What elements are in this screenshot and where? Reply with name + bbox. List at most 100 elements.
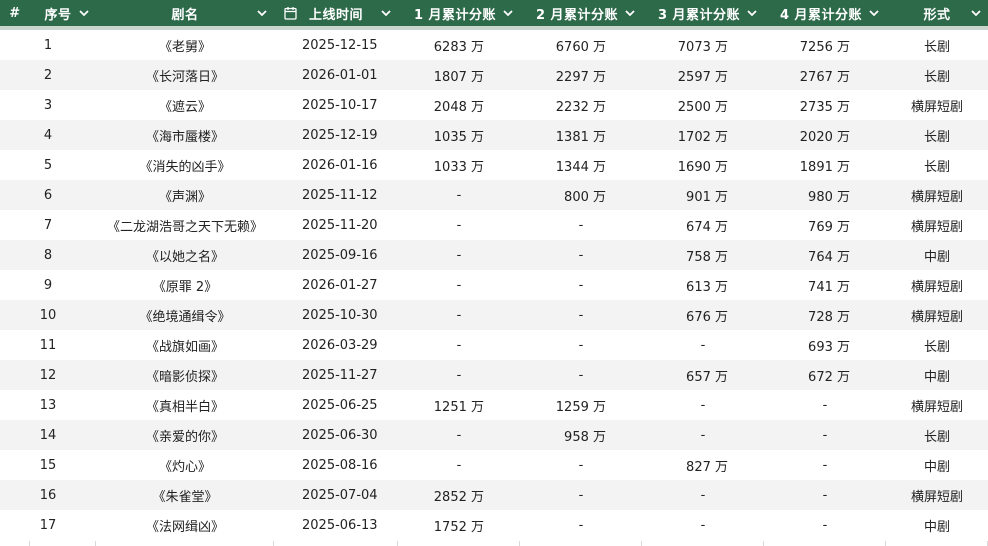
cell-m3[interactable]: 2500 万 — [642, 96, 764, 115]
column-header-name[interactable]: 剧名 — [96, 0, 274, 26]
cell-m4[interactable]: 7256 万 — [764, 36, 886, 55]
cell-form[interactable]: 长剧 — [886, 336, 988, 355]
cell-name[interactable]: 《遮云》 — [96, 96, 274, 115]
cell-m1[interactable]: - — [398, 188, 520, 203]
cell-name[interactable]: 《二龙湖浩哥之天下无赖》 — [96, 216, 274, 235]
cell-form[interactable]: 横屏短剧 — [886, 486, 988, 505]
cell-m4[interactable]: - — [764, 428, 886, 443]
cell-seq[interactable]: 9 — [0, 278, 96, 293]
cell-m1[interactable]: - — [398, 428, 520, 443]
cell-m2[interactable]: - — [520, 338, 642, 353]
cell-m3[interactable]: 657 万 — [642, 366, 764, 385]
cell-form[interactable]: 中剧 — [886, 456, 988, 475]
cell-date[interactable]: 2025-06-30 — [274, 428, 398, 443]
table-row[interactable]: 8 《以她之名》 2025-09-16- -758 万 764 万中剧 — [0, 240, 988, 270]
cell-m1[interactable]: 1035 万 — [398, 126, 520, 145]
cell-seq[interactable]: 3 — [0, 98, 96, 113]
cell-seq[interactable]: 13 — [0, 398, 96, 413]
cell-name[interactable]: 《亲爱的你》 — [96, 426, 274, 445]
cell-seq[interactable]: 1 — [0, 38, 96, 53]
cell-date[interactable]: 2025-12-19 — [274, 128, 398, 143]
cell-m1[interactable]: 1752 万 — [398, 516, 520, 535]
cell-m3[interactable]: - — [642, 518, 764, 533]
cell-name[interactable]: 《法网缉凶》 — [96, 516, 274, 535]
cell-name[interactable]: 《老舅》 — [96, 36, 274, 55]
cell-m2[interactable]: - — [520, 218, 642, 233]
cell-m2[interactable]: 6760 万 — [520, 36, 642, 55]
cell-m2[interactable]: - — [520, 518, 642, 533]
cell-m1[interactable]: 6283 万 — [398, 36, 520, 55]
cell-m3[interactable]: 1690 万 — [642, 156, 764, 175]
cell-m3[interactable]: - — [642, 488, 764, 503]
cell-m2[interactable]: 1344 万 — [520, 156, 642, 175]
cell-m4[interactable]: - — [764, 518, 886, 533]
cell-seq[interactable]: 17 — [0, 518, 96, 533]
table-row[interactable]: 5 《消失的凶手》 2026-01-16 1033 万 1344 万 1690 万 1891… — [0, 150, 988, 180]
cell-m2[interactable]: 958 万 — [520, 426, 642, 445]
chevron-down-icon[interactable] — [970, 7, 982, 19]
cell-m1[interactable]: - — [398, 338, 520, 353]
column-header-m3[interactable]: 3 月累计分账 — [642, 0, 764, 26]
table-row[interactable]: 17 《法网缉凶》 2025-06-13 1752 万 - - - 中剧 — [0, 510, 988, 540]
cell-m2[interactable]: - — [520, 488, 642, 503]
cell-seq[interactable]: 2 — [0, 68, 96, 83]
table-row[interactable]: 16 《朱雀堂》 2025-07-04 2852 万 - - - 横屏短剧 — [0, 480, 988, 510]
cell-m3[interactable]: - — [642, 338, 764, 353]
cell-m4[interactable]: - — [764, 398, 886, 413]
cell-m2[interactable]: - — [520, 308, 642, 323]
chevron-down-icon[interactable] — [380, 7, 392, 19]
chevron-down-icon[interactable] — [256, 7, 268, 19]
table-row[interactable]: 14 《亲爱的你》 2025-06-30-958 万 - - 长剧 — [0, 420, 988, 450]
table-row[interactable]: 1 《老舅》 2025-12-15 6283 万 6760 万 7073 万 7256 万长… — [0, 30, 988, 60]
cell-seq[interactable]: 8 — [0, 248, 96, 263]
cell-date[interactable]: 2026-01-27 — [274, 278, 398, 293]
cell-m3[interactable]: 7073 万 — [642, 36, 764, 55]
cell-m4[interactable]: 1891 万 — [764, 156, 886, 175]
column-header-m4[interactable]: 4 月累计分账 — [764, 0, 886, 26]
cell-form[interactable]: 横屏短剧 — [886, 306, 988, 325]
cell-m1[interactable]: - — [398, 248, 520, 263]
cell-m4[interactable]: 980 万 — [764, 186, 886, 205]
cell-m1[interactable]: - — [398, 308, 520, 323]
cell-m2[interactable]: - — [520, 248, 642, 263]
cell-date[interactable]: 2025-11-20 — [274, 218, 398, 233]
cell-seq[interactable]: 7 — [0, 218, 96, 233]
table-row[interactable]: 6 《声渊》 2025-11-12-800 万 901 万 980 万横屏短剧 — [0, 180, 988, 210]
cell-name[interactable]: 《真相半白》 — [96, 396, 274, 415]
cell-seq[interactable]: 6 — [0, 188, 96, 203]
cell-m4[interactable]: 769 万 — [764, 216, 886, 235]
cell-form[interactable]: 长剧 — [886, 156, 988, 175]
cell-date[interactable]: 2026-03-29 — [274, 338, 398, 353]
chevron-down-icon[interactable] — [502, 7, 514, 19]
cell-m4[interactable]: 2020 万 — [764, 126, 886, 145]
cell-date[interactable]: 2025-12-15 — [274, 38, 398, 53]
cell-m2[interactable]: - — [520, 278, 642, 293]
cell-form[interactable]: 中剧 — [886, 366, 988, 385]
column-header-seq[interactable]: 序号 — [30, 0, 96, 26]
cell-name[interactable]: 《原罪 2》 — [96, 276, 274, 295]
cell-m4[interactable]: - — [764, 458, 886, 473]
cell-m4[interactable]: 728 万 — [764, 306, 886, 325]
cell-name[interactable]: 《海市蜃楼》 — [96, 126, 274, 145]
cell-m4[interactable]: 741 万 — [764, 276, 886, 295]
cell-m1[interactable]: - — [398, 368, 520, 383]
cell-m3[interactable]: 1702 万 — [642, 126, 764, 145]
cell-date[interactable]: 2025-11-12 — [274, 188, 398, 203]
table-row[interactable]: 15 《灼心》 2025-08-16- -827 万 - 中剧 — [0, 450, 988, 480]
cell-m3[interactable]: 901 万 — [642, 186, 764, 205]
cell-name[interactable]: 《战旗如画》 — [96, 336, 274, 355]
cell-m3[interactable]: 676 万 — [642, 306, 764, 325]
cell-m2[interactable]: 1259 万 — [520, 396, 642, 415]
cell-m4[interactable]: 2735 万 — [764, 96, 886, 115]
cell-m1[interactable]: 1033 万 — [398, 156, 520, 175]
cell-name[interactable]: 《长河落日》 — [96, 66, 274, 85]
cell-form[interactable]: 横屏短剧 — [886, 216, 988, 235]
cell-name[interactable]: 《以她之名》 — [96, 246, 274, 265]
cell-m1[interactable]: 2852 万 — [398, 486, 520, 505]
cell-m4[interactable]: 672 万 — [764, 366, 886, 385]
cell-date[interactable]: 2025-08-16 — [274, 458, 398, 473]
cell-name[interactable]: 《暗影侦探》 — [96, 366, 274, 385]
cell-form[interactable]: 长剧 — [886, 126, 988, 145]
cell-form[interactable]: 横屏短剧 — [886, 276, 988, 295]
cell-name[interactable]: 《朱雀堂》 — [96, 486, 274, 505]
